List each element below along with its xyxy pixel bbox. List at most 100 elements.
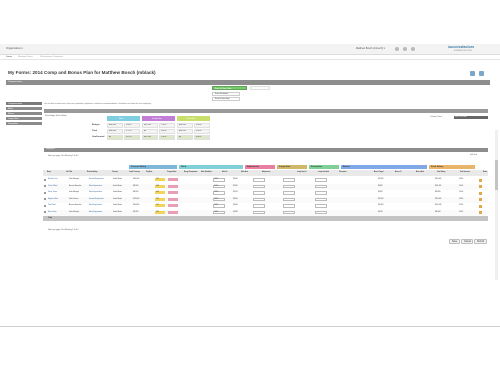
column-header[interactable]: Merit Amt xyxy=(241,172,248,174)
employee-name[interactable]: Ross, Kevin xyxy=(48,212,57,214)
save-button[interactable]: Save xyxy=(449,239,460,244)
promotion-input[interactable] xyxy=(315,204,327,208)
row-checkbox[interactable] xyxy=(44,185,46,187)
review-rating[interactable]: Exceeds Expectations xyxy=(89,199,104,201)
sidebar-item-promotion[interactable]: Promotion xyxy=(6,122,42,126)
grid-toolbar-left[interactable]: Items per page: 10 ▾ Showing 1-6 of 6 xyxy=(48,155,78,158)
grid-pager[interactable]: Items per page: 10 ▾ Showing 1-6 of 6 xyxy=(48,229,78,232)
notes-icon[interactable] xyxy=(479,211,482,214)
adjustment-input[interactable] xyxy=(253,191,265,195)
help-icon[interactable] xyxy=(395,47,399,51)
column-header[interactable]: Range Penetration xyxy=(184,172,197,174)
column-header[interactable]: Review Rating xyxy=(87,172,97,174)
column-header[interactable]: Lump Sum Amt xyxy=(318,172,329,174)
adjustment-input[interactable] xyxy=(253,197,265,201)
lump-sum-input[interactable] xyxy=(283,191,295,195)
merit-pct[interactable]: 3.00% xyxy=(214,179,218,181)
currency-select[interactable]: USD - US Dollar xyxy=(454,116,488,119)
notes-icon[interactable] xyxy=(479,178,482,182)
promotion-input[interactable] xyxy=(315,184,327,188)
column-header[interactable]: Country xyxy=(112,172,118,174)
sidebar-item-merit[interactable]: Merit xyxy=(6,107,42,111)
column-header[interactable]: Merit % xyxy=(222,172,227,174)
column-header[interactable]: Promotion xyxy=(339,172,347,174)
row-checkbox[interactable] xyxy=(44,191,46,194)
merit-pct[interactable]: 3.00% xyxy=(214,199,218,201)
row-checkbox[interactable] xyxy=(44,178,46,181)
notes-icon[interactable] xyxy=(479,204,482,208)
lump-sum-input[interactable] xyxy=(283,210,295,214)
table-row[interactable]: Chen, Robert Account Executive Meets Expec… xyxy=(43,183,488,190)
promotion-input[interactable] xyxy=(315,178,327,182)
lump-sum-input[interactable] xyxy=(283,197,295,201)
column-header[interactable]: Lump Sum % xyxy=(297,172,307,174)
review-rating[interactable]: Meets Expectations xyxy=(89,186,102,188)
notes-icon[interactable] xyxy=(479,191,482,195)
row-checkbox[interactable] xyxy=(44,204,46,207)
nav-tab-manage-forms[interactable]: Manage Forms xyxy=(18,56,33,58)
sidebar-item-bonus[interactable]: Bonus xyxy=(6,112,42,116)
adjustment-input[interactable] xyxy=(253,178,265,182)
scrollbar-thumb[interactable] xyxy=(495,160,498,190)
employee-name[interactable]: Chen, Robert xyxy=(48,186,57,188)
merit-pct[interactable]: 3.00% xyxy=(214,186,218,188)
review-rating[interactable]: Meets Expectations xyxy=(89,212,102,214)
column-header[interactable]: Bonus % xyxy=(395,172,401,174)
table-row[interactable]: Patel, Nina Account Executive Meets Expect… xyxy=(43,203,488,209)
print-icon[interactable] xyxy=(470,71,475,76)
merit-pct[interactable]: 3.00% xyxy=(214,212,218,214)
employee-name[interactable]: Davis, Laura xyxy=(48,192,57,194)
user-icons[interactable] xyxy=(395,47,435,51)
column-header[interactable]: Total Increase xyxy=(460,172,470,174)
adjustment-input[interactable] xyxy=(253,210,265,214)
lump-sum-input[interactable] xyxy=(283,184,295,188)
page-title-icons[interactable] xyxy=(470,71,490,77)
nav-tab-forms[interactable]: Forms xyxy=(6,56,12,58)
column-header[interactable]: Bonus Amt xyxy=(416,172,424,174)
promotion-input[interactable] xyxy=(315,191,327,195)
table-row[interactable]: Davis, Laura Sales Manager Meets Expectati… xyxy=(43,190,488,196)
row-checkbox[interactable] xyxy=(44,211,46,213)
send-to-next-step-button[interactable]: Send to Next Step xyxy=(212,86,247,90)
action-input[interactable] xyxy=(250,86,270,90)
sidebar-item-compensation[interactable]: Compensation xyxy=(6,102,42,106)
submit-button[interactable]: Submit xyxy=(474,239,487,244)
review-rating[interactable]: Meets Expectations xyxy=(89,192,102,194)
review-rating[interactable]: Exceeds Expectations xyxy=(89,179,104,181)
employee-name[interactable]: Patel, Nina xyxy=(48,205,56,207)
user-menu[interactable]: Matthew Bosch (mbosch) ▾ xyxy=(356,47,385,50)
column-header[interactable]: Pay Rate xyxy=(146,172,152,174)
column-header[interactable]: Merit Guideline xyxy=(201,172,212,174)
table-row[interactable]: Ross, Kevin Sales Manager Meets Expectatio… xyxy=(43,209,488,216)
grid-toolbar-right[interactable]: Full Grid xyxy=(470,154,477,157)
column-header[interactable]: Adjustment xyxy=(262,172,270,174)
lump-sum-input[interactable] xyxy=(283,178,295,182)
info-icon[interactable] xyxy=(479,71,484,76)
notes-icon[interactable] xyxy=(479,198,482,201)
table-row[interactable]: Bennett, Tina Sales Manager Exceeds Expect… xyxy=(43,177,488,183)
page-scrollbar[interactable] xyxy=(495,130,498,280)
cancel-button[interactable]: Cancel xyxy=(461,239,473,244)
merit-pct[interactable]: 3.50% xyxy=(214,205,218,207)
lump-sum-input[interactable] xyxy=(283,204,295,208)
column-header[interactable]: Notes xyxy=(483,172,487,174)
promotion-input[interactable] xyxy=(315,210,327,214)
employee-name[interactable]: Hughes, Mark xyxy=(48,199,58,201)
column-header[interactable]: Bonus Target xyxy=(374,172,384,174)
org-select[interactable]: Organization ▾ xyxy=(6,47,23,51)
notes-icon[interactable] xyxy=(479,185,482,188)
column-header[interactable]: Local Currency xyxy=(129,172,140,174)
review-rating[interactable]: Meets Expectations xyxy=(89,205,102,207)
settings-icon[interactable] xyxy=(403,47,407,51)
adjustment-input[interactable] xyxy=(253,184,265,188)
row-checkbox[interactable] xyxy=(44,198,46,200)
action-option-1[interactable]: Save Worksheet xyxy=(212,92,240,96)
table-row[interactable]: Hughes, Mark Sales Director Exceeds Expect… xyxy=(43,196,488,203)
column-header[interactable]: Compa Ratio xyxy=(167,172,176,174)
sidebar-item-lump-sum[interactable]: Lump Sum xyxy=(6,117,42,121)
adjustment-input[interactable] xyxy=(253,204,265,208)
column-header[interactable]: Job Title xyxy=(66,172,72,174)
column-header[interactable]: Final Salary xyxy=(437,172,445,174)
nav-tab-performance[interactable]: Performance Templates xyxy=(40,56,63,58)
column-header[interactable]: Name xyxy=(47,172,51,174)
